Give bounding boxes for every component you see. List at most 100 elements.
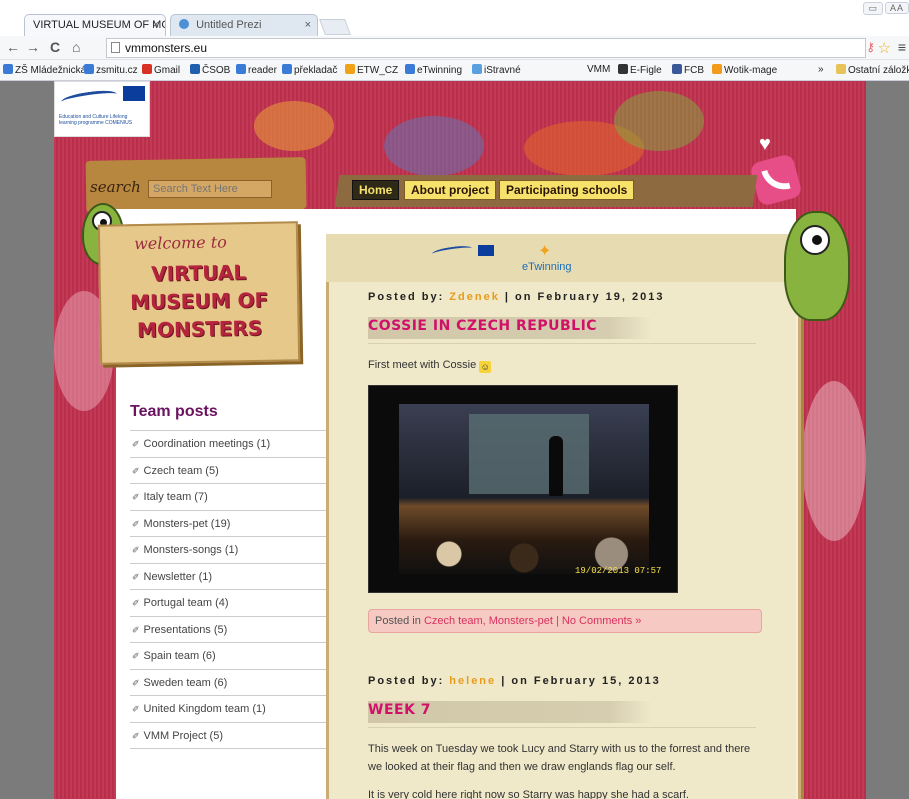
pin-icon: ✐ (132, 677, 140, 688)
pin-icon: ✐ (132, 704, 140, 714)
photo-timestamp: 19/02/2013 07:57 (575, 566, 662, 576)
bookmark[interactable]: ZŠ Mládežnická (3, 64, 86, 76)
bookmarks-bar: ZŠ Mládežnická zsmitu.cz Gmail ČSOB read… (0, 60, 909, 81)
tab-virtual-museum[interactable]: VIRTUAL MUSEUM OF MC × (24, 14, 166, 36)
category-link[interactable]: ✐ United Kingdom team (1) (130, 696, 330, 723)
forward-icon[interactable]: → (26, 39, 40, 55)
back-icon[interactable]: ← (6, 39, 20, 55)
tab-bar: VIRTUAL MUSEUM OF MC × Untitled Prezi × … (0, 0, 909, 36)
bookmark[interactable]: překladač (282, 64, 337, 76)
pin-icon: ✐ (132, 624, 140, 635)
pin-icon: ✐ (132, 598, 140, 608)
category-link[interactable]: ✐ Italy team (7) (130, 484, 330, 511)
divider (368, 343, 756, 344)
bookmark[interactable]: Wotik-mage (712, 64, 777, 76)
home-icon[interactable]: ⌂ (72, 39, 80, 55)
category-link[interactable]: ✐ Newsletter (1) (130, 564, 330, 590)
paint-splat (254, 101, 334, 151)
prezi-icon (179, 19, 189, 29)
reload-icon[interactable]: C (50, 39, 60, 55)
category-link[interactable]: ✐ Monsters-pet (19) (130, 511, 330, 537)
pin-icon: ✐ (132, 439, 140, 449)
bookmark[interactable]: Gmail (142, 64, 180, 76)
bookmark-icon (618, 64, 628, 74)
post-photo[interactable]: 19/02/2013 07:57 (368, 385, 678, 593)
post-meta: Posted by: helene | on February 15, 2013 (368, 675, 661, 687)
star-icon[interactable]: ☆ (878, 39, 891, 57)
window-button[interactable]: ▭ (863, 2, 883, 15)
browser-toolbar: ← → C ⌂ vmmonsters.eu ⚷ ☆ ≡ (0, 36, 909, 60)
category-link[interactable]: ✐ Monsters-songs (1) (130, 537, 330, 564)
category-link[interactable]: ✐ Portugal team (4) (130, 590, 330, 617)
divider (368, 727, 756, 728)
bookmark[interactable]: ČSOB (190, 64, 230, 76)
tab-untitled-prezi[interactable]: Untitled Prezi × (170, 14, 318, 36)
bookmark[interactable]: E-Figle (618, 64, 662, 76)
pin-icon: ✐ (132, 730, 140, 741)
pin-icon: ✐ (132, 518, 140, 529)
menu-icon[interactable]: ≡ (898, 39, 906, 55)
bookmark[interactable]: reader (236, 64, 277, 76)
post-author[interactable]: Zdenek (449, 291, 500, 303)
bookmark-icon (236, 64, 246, 74)
pin-icon: ✐ (132, 545, 140, 555)
bookmark[interactable]: eTwinning (405, 64, 462, 76)
category-link[interactable]: ✐ Sweden team (6) (130, 670, 330, 696)
folder-icon (836, 64, 846, 74)
category-link[interactable]: ✐ Czech team (5) (130, 458, 330, 484)
post-body: It is very cold here right now so Starry… (368, 789, 689, 799)
address-bar[interactable]: vmmonsters.eu (106, 38, 866, 58)
nav-participating-schools[interactable]: Participating schools (499, 180, 635, 200)
bookmark[interactable]: ETW_CZ (345, 64, 398, 76)
bookmark[interactable]: VMM (587, 64, 610, 75)
close-icon[interactable]: × (305, 15, 311, 35)
stage-image (399, 404, 649, 574)
site: Education and Culture Lifelong learning … (54, 81, 866, 799)
bookmark[interactable]: iStravné (472, 64, 521, 76)
etwinning-logo[interactable]: ✦ eTwinning (522, 243, 572, 273)
category-link[interactable]: ✐ Spain team (6) (130, 643, 330, 670)
category-link[interactable]: ✐ Presentations (5) (130, 617, 330, 643)
gmail-icon (142, 64, 152, 74)
eu-programme-logo[interactable]: Education and Culture Lifelong learning … (54, 81, 150, 137)
post-author[interactable]: helene (449, 675, 496, 687)
bookmark-folder[interactable]: Ostatní záložky (836, 64, 909, 76)
llp-logo[interactable] (430, 243, 500, 273)
category-link[interactable]: ✐ Coordination meetings (1) (130, 431, 330, 458)
nav-home[interactable]: Home (352, 180, 400, 200)
bookmark-icon (3, 64, 13, 74)
post-title[interactable]: COSSIE IN CZECH REPUBLIC (368, 317, 652, 339)
rss-icon[interactable] (749, 153, 803, 207)
category-link[interactable]: ✐ VMM Project (5) (130, 723, 330, 749)
bookmark-icon (84, 64, 94, 74)
bookmark-icon (190, 64, 200, 74)
pin-icon: ✐ (132, 492, 140, 502)
window-button[interactable]: AA (884, 2, 909, 14)
bookmark-icon (472, 64, 482, 74)
sidebar-title: Team posts (130, 403, 218, 420)
page-icon (111, 42, 120, 53)
bookmarks-overflow[interactable]: » (818, 64, 824, 75)
nav-about-project[interactable]: About project (404, 180, 496, 200)
search-input[interactable] (148, 180, 272, 198)
bookmark[interactable]: FCB (672, 64, 704, 76)
post-body: First meet with Cossie ☺ (368, 359, 492, 373)
etwinning-figure-icon: ✦ (538, 243, 552, 260)
welcome-sign: welcome to VIRTUAL MUSEUM OF MONSTERS (97, 221, 301, 365)
bookmark[interactable]: zsmitu.cz (84, 64, 138, 76)
post: Posted by: Zdenek | on February 19, 2013… (368, 291, 768, 374)
sidebar: Team posts ✐ Coordination meetings (1) ✐ C… (130, 403, 330, 749)
new-tab-button[interactable] (319, 19, 351, 35)
page-viewport: Education and Culture Lifelong learning … (0, 81, 909, 799)
url-text: vmmonsters.eu (125, 41, 208, 55)
key-icon[interactable]: ⚷ (866, 40, 875, 54)
bookmark-icon (405, 64, 415, 74)
category-links[interactable]: Czech team, Monsters-pet | No Comments » (424, 615, 641, 627)
post-title[interactable]: WEEK 7 (368, 701, 652, 723)
post-meta: Posted by: Zdenek | on February 19, 2013 (368, 291, 665, 303)
tab-title: VIRTUAL MUSEUM OF MC (33, 19, 166, 31)
close-icon[interactable]: × (153, 15, 159, 35)
paint-splat (614, 91, 704, 151)
bookmark-icon (712, 64, 722, 74)
category-list: ✐ Coordination meetings (1) ✐ Czech team (… (130, 430, 330, 749)
